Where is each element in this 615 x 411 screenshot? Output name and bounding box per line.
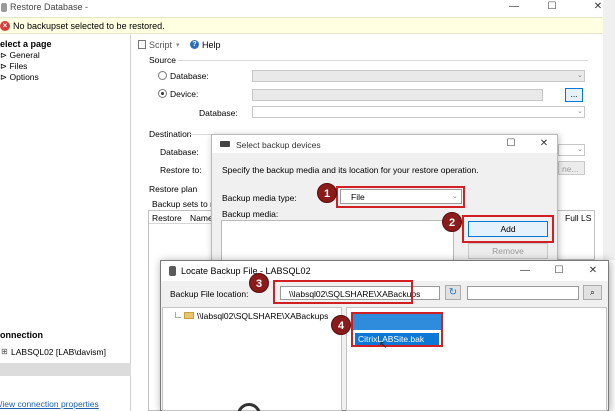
search-button[interactable]: ⌕	[583, 285, 602, 300]
source-heading: Source	[149, 55, 176, 65]
database-radio[interactable]	[158, 71, 167, 80]
device-database-label: Database:	[199, 108, 238, 118]
mouse-cursor-icon: ↖	[379, 340, 388, 351]
connection-value: LABSQL02 [LAB\davism]	[11, 347, 106, 357]
sbd-close-button[interactable]: ✕	[530, 137, 558, 151]
server-icon: ⊞	[1, 347, 8, 356]
page-item-options[interactable]: ⊳ Options	[0, 72, 39, 83]
column-restore[interactable]: Restore	[152, 213, 182, 223]
chevron-down-icon: ⌄	[577, 146, 583, 153]
timeline-button[interactable]: ne...	[558, 161, 585, 175]
media-type-label: Backup media type:	[222, 193, 297, 203]
warning-bar: × No backupset selected to be restored.	[0, 17, 615, 34]
select-page-heading: elect a page	[0, 39, 52, 49]
folder-icon	[184, 312, 194, 319]
column-name[interactable]: Name	[190, 213, 213, 223]
callout-3: 3	[249, 273, 269, 293]
browse-button[interactable]: ...	[565, 88, 583, 102]
warning-text: No backupset selected to be restored.	[13, 21, 165, 31]
sbd-title: Select backup devices	[236, 140, 321, 150]
destination-database-label: Database:	[160, 147, 199, 157]
source-divider	[178, 60, 588, 61]
callout-4: 4	[331, 315, 351, 335]
locate-backup-file-dialog: Locate Backup File - LABSQL02 — ☐ ✕ Back…	[160, 260, 609, 411]
expand-icon[interactable]	[175, 312, 181, 318]
search-icon: ⌕	[590, 287, 595, 297]
sbd-maximize-button[interactable]: ☐	[497, 137, 525, 151]
lbf-minimize-button[interactable]: —	[511, 264, 539, 278]
callout-2: 2	[442, 212, 462, 232]
connection-heading-bar	[0, 363, 131, 376]
source-database-dropdown[interactable]	[252, 70, 585, 82]
loading-spinner-icon	[237, 403, 261, 411]
destination-divider	[190, 134, 212, 135]
error-icon: ×	[0, 21, 10, 31]
tree-root-item[interactable]: \\labsql02\SQLSHARE\XABackups	[197, 311, 328, 321]
file-highlight	[351, 312, 443, 347]
source-database-label: Database:	[170, 71, 209, 81]
location-label: Backup File location:	[170, 289, 249, 299]
filter-input[interactable]	[467, 286, 579, 300]
file-list[interactable]: CitrixLABSite.bak ↖	[346, 307, 607, 411]
minimize-button[interactable]: —	[500, 0, 528, 14]
vertical-scrollbar[interactable]	[603, 0, 615, 260]
remove-button[interactable]: Remove	[468, 243, 548, 259]
database-icon	[1, 3, 7, 12]
restore-plan-heading: Restore plan	[149, 184, 198, 194]
media-type-highlight	[336, 186, 465, 208]
callout-1: 1	[317, 183, 337, 203]
lbf-maximize-button[interactable]: ☐	[545, 264, 573, 278]
refresh-button[interactable]: ↻	[445, 285, 461, 300]
page-item-files[interactable]: ⊳ Files	[0, 61, 27, 72]
help-button[interactable]: Help	[202, 40, 221, 50]
lbf-title: Locate Backup File - LABSQL02	[181, 266, 311, 276]
script-button[interactable]: Script	[149, 40, 172, 50]
tape-icon	[220, 141, 230, 147]
device-label: Device:	[170, 89, 199, 99]
device-database-dropdown[interactable]	[252, 106, 585, 118]
add-highlight	[462, 215, 554, 243]
chevron-down-icon: ⌄	[577, 108, 583, 115]
database-icon	[169, 266, 176, 276]
help-icon: ?	[190, 40, 199, 49]
device-field[interactable]	[252, 89, 543, 101]
column-full-ls[interactable]: Full LS	[565, 213, 591, 223]
lbf-close-button[interactable]: ✕	[579, 264, 607, 278]
restore-to-label: Restore to:	[160, 165, 202, 175]
left-panel: elect a page ⊳ General ⊳ Files ⊳ Options…	[0, 35, 131, 411]
lbf-titlebar: Locate Backup File - LABSQL02 — ☐ ✕	[161, 261, 608, 281]
chevron-down-icon: ⌄	[577, 72, 583, 79]
connection-heading: onnection	[0, 330, 43, 340]
device-radio[interactable]	[158, 89, 167, 98]
backup-media-label: Backup media:	[222, 209, 279, 219]
window-title: Restore Database -	[10, 2, 89, 12]
script-dropdown-icon[interactable]: ▾	[176, 41, 180, 49]
sbd-titlebar: Select backup devices ☐ ✕	[212, 135, 557, 153]
destination-heading: Destination	[149, 129, 192, 139]
maximize-button[interactable]: ☐	[538, 0, 566, 14]
view-connection-link[interactable]: /iew connection properties	[0, 399, 99, 409]
script-icon	[138, 40, 146, 49]
folder-tree[interactable]: \\labsql02\SQLSHARE\XABackups	[162, 307, 342, 411]
page-item-general[interactable]: ⊳ General	[0, 50, 40, 61]
refresh-icon: ↻	[448, 287, 458, 298]
sbd-description: Specify the backup media and its locatio…	[222, 165, 479, 175]
main-titlebar: Restore Database - — ☐ ✕	[0, 0, 615, 16]
location-highlight	[273, 280, 413, 304]
